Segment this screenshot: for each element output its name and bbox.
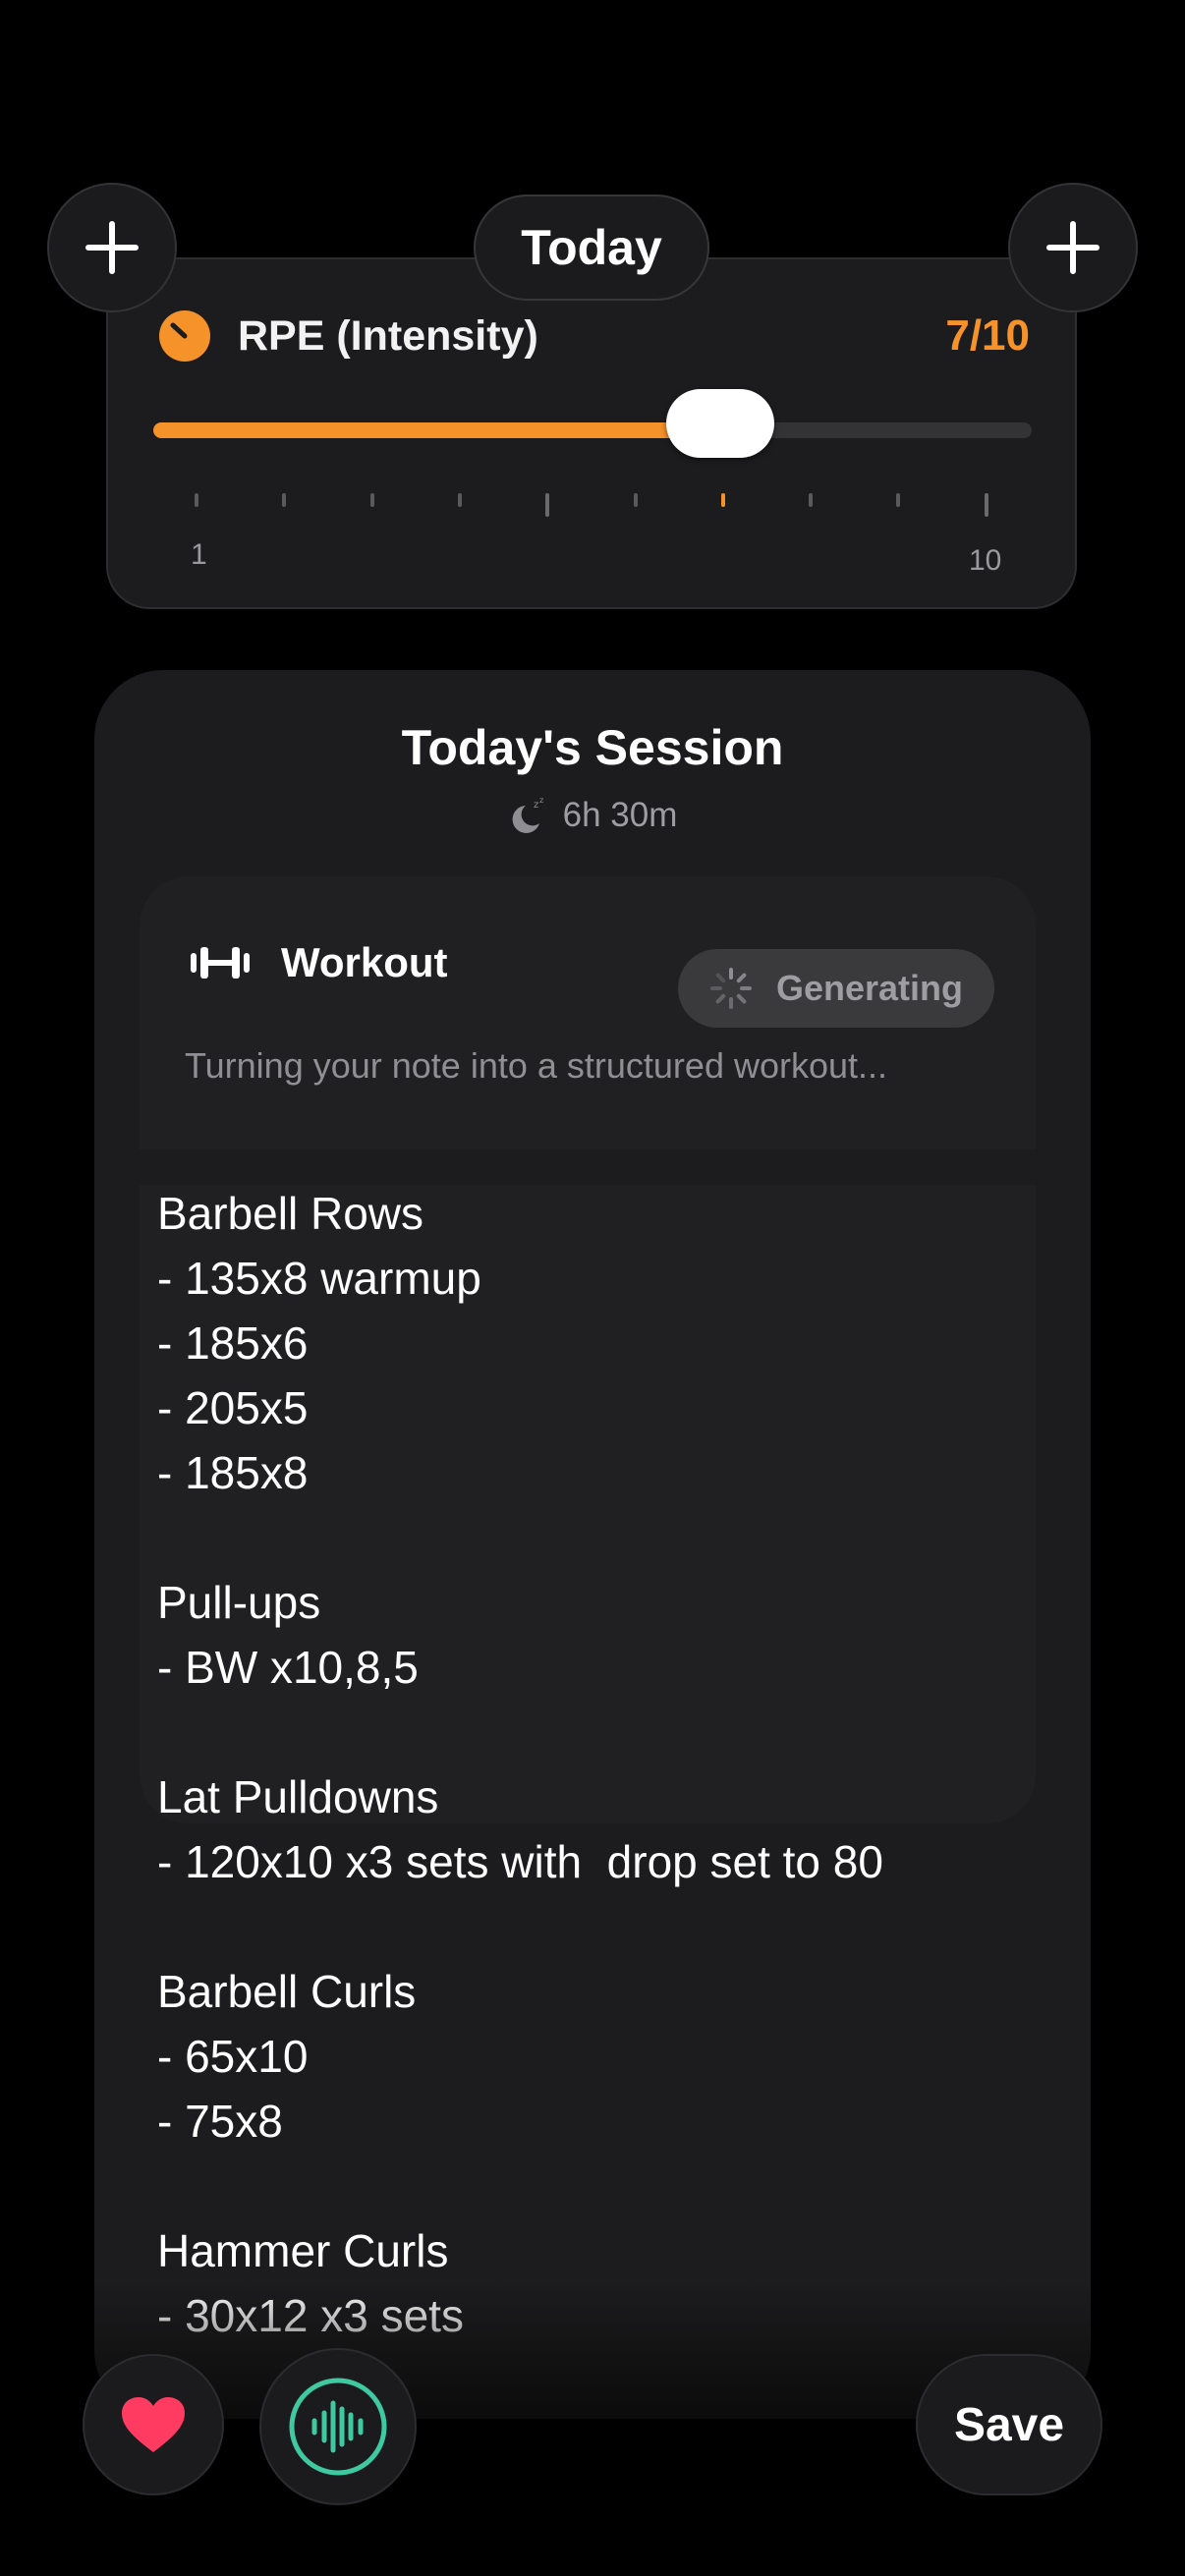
- section-divider: [140, 1149, 1036, 1185]
- save-button[interactable]: Save: [916, 2354, 1102, 2495]
- generating-status: Generating: [678, 949, 994, 1028]
- add-right-button[interactable]: [1008, 183, 1138, 312]
- add-left-button[interactable]: [47, 183, 177, 312]
- rpe-tick: [720, 493, 725, 507]
- generating-label: Generating: [775, 968, 964, 1008]
- generating-note: Turning your note into a structured work…: [185, 1045, 888, 1086]
- plus-icon: [85, 221, 139, 274]
- today-button[interactable]: Today: [474, 195, 709, 301]
- rpe-tick: [369, 493, 374, 507]
- rpe-tick: [282, 493, 287, 507]
- sleep-duration: 6h 30m: [562, 796, 678, 834]
- gauge-icon: [159, 310, 210, 362]
- session-title: Today's Session: [401, 720, 784, 775]
- screen: RPE (Intensity) 7/10 1 10 Today Today's …: [0, 0, 1185, 2576]
- svg-text:z: z: [539, 796, 543, 805]
- moon-sleep-icon: z z: [512, 796, 543, 833]
- rpe-ticks: [153, 493, 1032, 523]
- session-card: Today's Session z z 6h 30m Workout Gener…: [94, 670, 1091, 2419]
- workout-notes-text[interactable]: Barbell Rows - 135x8 warmup - 185x6 - 20…: [157, 1181, 1042, 2348]
- dumbbell-icon: [191, 947, 250, 979]
- workout-label: Workout: [281, 939, 448, 985]
- rpe-tick: [984, 493, 988, 517]
- rpe-tick: [633, 493, 638, 507]
- rpe-tick: [896, 493, 901, 507]
- rpe-slider-thumb[interactable]: [665, 389, 774, 458]
- rpe-tick: [457, 493, 462, 507]
- plus-icon: [1046, 221, 1100, 274]
- rpe-slider[interactable]: [153, 389, 1032, 458]
- rpe-max-label: 10: [969, 544, 1002, 577]
- voice-record-button[interactable]: [259, 2348, 417, 2505]
- waveform-icon: [289, 2378, 387, 2476]
- workout-header: Workout: [189, 939, 448, 986]
- rpe-slider-fill: [153, 422, 720, 438]
- rpe-header: RPE (Intensity) 7/10: [159, 308, 1030, 364]
- rpe-tick: [545, 493, 550, 517]
- rpe-tick: [809, 493, 814, 507]
- svg-text:z: z: [534, 800, 538, 811]
- spinner-icon: [709, 968, 752, 1009]
- rpe-value: 7/10: [945, 311, 1030, 360]
- sleep-row: z z 6h 30m: [94, 796, 1091, 835]
- favorite-button[interactable]: [83, 2354, 224, 2495]
- rpe-card: RPE (Intensity) 7/10 1 10: [106, 257, 1077, 609]
- rpe-min-label: 1: [191, 538, 207, 571]
- rpe-tick: [195, 493, 198, 507]
- heart-icon: [122, 2397, 185, 2452]
- rpe-title: RPE (Intensity): [238, 311, 538, 360]
